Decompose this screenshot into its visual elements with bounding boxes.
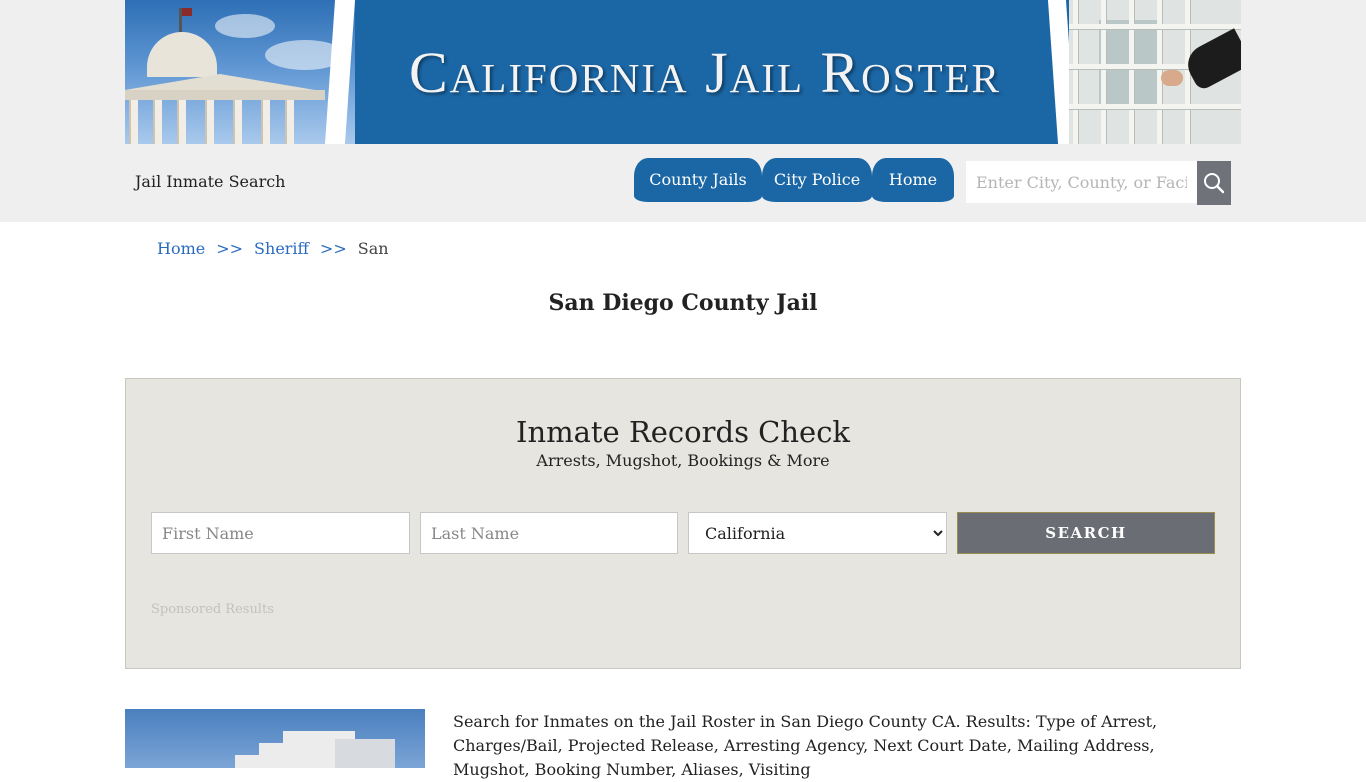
breadcrumb-sheriff[interactable]: Sheriff bbox=[254, 239, 309, 258]
search-icon bbox=[1204, 173, 1225, 194]
records-search-button[interactable]: SEARCH bbox=[957, 512, 1215, 554]
last-name-field[interactable] bbox=[420, 512, 678, 554]
facility-search-input[interactable] bbox=[966, 161, 1197, 203]
records-subtitle: Arrests, Mugshot, Bookings & More bbox=[536, 451, 830, 470]
nav-home[interactable]: Home bbox=[872, 158, 954, 202]
breadcrumb-current: San bbox=[357, 239, 389, 258]
first-name-field[interactable] bbox=[151, 512, 410, 554]
site-name: Jail Inmate Search bbox=[135, 172, 286, 191]
breadcrumb-separator: >> bbox=[319, 239, 347, 258]
site-banner[interactable]: California Jail Roster bbox=[125, 0, 1241, 144]
page-title: San Diego County Jail bbox=[548, 290, 818, 316]
jail-description: Search for Inmates on the Jail Roster in… bbox=[453, 712, 1158, 779]
nav-city-police[interactable]: City Police bbox=[762, 158, 872, 202]
search-button[interactable] bbox=[1197, 161, 1231, 205]
inmate-records-panel: Inmate Records Check Arrests, Mugshot, B… bbox=[125, 378, 1241, 669]
breadcrumb-separator: >> bbox=[216, 239, 244, 258]
records-title: Inmate Records Check bbox=[515, 415, 851, 449]
banner-title: California Jail Roster bbox=[408, 40, 1002, 105]
nav-county-jails[interactable]: County Jails bbox=[634, 158, 762, 202]
breadcrumb: Home >> Sheriff >> San bbox=[157, 239, 389, 258]
header-band: California Jail Roster Jail Inmate Searc… bbox=[0, 0, 1366, 222]
jail-cell-door-image bbox=[1069, 0, 1241, 144]
jail-building-photo bbox=[125, 709, 425, 768]
breadcrumb-home[interactable]: Home bbox=[157, 239, 205, 258]
capitol-building-image bbox=[125, 0, 355, 144]
state-select[interactable]: California bbox=[688, 512, 947, 554]
sponsored-results-label: Sponsored Results bbox=[151, 602, 274, 617]
